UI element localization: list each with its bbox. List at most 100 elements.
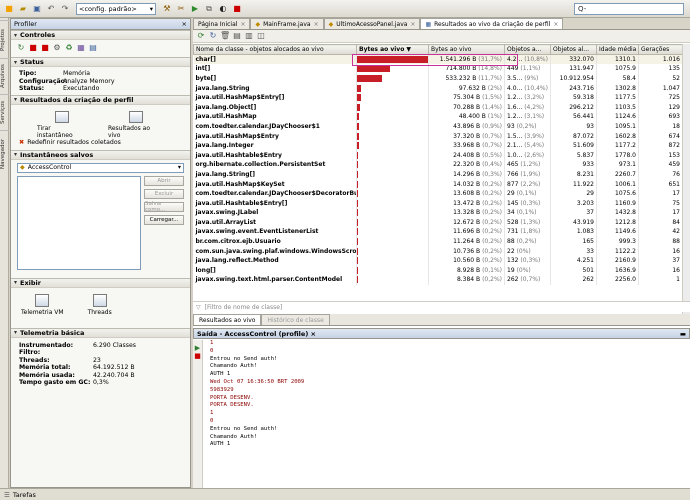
table-row[interactable]: long[] 8.928 B (0,1%) 19 (0%) 501 1636.9 16	[193, 265, 683, 276]
collapse-icon[interactable]: ▾	[14, 59, 17, 66]
table-row[interactable]: java.util.HashMap$KeySet 14.032 B (0,2%) 8…	[193, 179, 683, 189]
table-row[interactable]: java.util.Hashtable$Entry[] 13.472 B (0,2…	[193, 198, 683, 208]
close-icon[interactable]: ×	[553, 21, 558, 28]
tasks-label[interactable]: Tarefas	[13, 491, 36, 499]
rerun-icon[interactable]: ▶	[193, 344, 202, 352]
snapshot-icon[interactable]: ▤	[232, 31, 242, 41]
table-row[interactable]: java.util.HashMap$Entry 37.320 B (0,7%) 1.…	[193, 131, 683, 141]
side-tab-navegador[interactable]: Navegador	[0, 130, 9, 176]
delete-button[interactable]: Excluir	[144, 188, 184, 199]
table-row[interactable]: java.lang.reflect.Method 10.560 B (0,2%) 1…	[193, 255, 683, 266]
tab-pagina-inicial[interactable]: Página Inicial ×	[193, 18, 251, 29]
saved-snapshots-list[interactable]	[17, 175, 141, 270]
table-row[interactable]: java.util.Hashtable$Entry 24.408 B (0,5%)…	[193, 150, 683, 161]
open-folder-icon[interactable]: ▰	[17, 3, 29, 15]
table-row[interactable]: br.com.citrox.ejb.Usuario 11.264 B (0,2%)…	[193, 236, 683, 247]
table-row[interactable]: byte[] 533.232 B (11,7%) 3.5... (9%) 10.912…	[193, 73, 683, 84]
close-icon[interactable]: ×	[314, 21, 319, 28]
collapse-icon[interactable]: ▾	[14, 32, 17, 39]
status-section-header[interactable]: ▾ Status	[11, 57, 190, 67]
table-row[interactable]: java.util.HashMap$Entry[] 75.304 B (1,5%)…	[193, 92, 683, 103]
gc-icon[interactable]: ♻	[65, 44, 73, 52]
threads-button[interactable]: Threads	[88, 293, 112, 322]
table-row[interactable]: org.hibernate.collection.PersistentSet 22…	[193, 160, 683, 170]
modify-profiling-icon[interactable]: ▦	[77, 44, 85, 52]
load-button[interactable]: Carregar...	[144, 214, 184, 225]
results-section-header[interactable]: ▾ Resultados da criação de perfil	[11, 94, 190, 105]
search-input[interactable]: Q-	[574, 3, 684, 15]
stop-icon[interactable]: ■	[193, 352, 202, 360]
collapse-icon[interactable]: ▾	[14, 329, 17, 336]
config-select[interactable]: <config. padrão> ▾	[76, 2, 156, 15]
table-row[interactable]: java.lang.Integer 33.968 B (0,7%) 2.1... (…	[193, 140, 683, 151]
close-icon[interactable]: ×	[182, 20, 187, 28]
col-avg-age[interactable]: Idade média	[596, 44, 639, 55]
side-tab-projetos[interactable]: Projetos	[0, 20, 9, 58]
col-generations[interactable]: Gerações	[638, 44, 683, 55]
stop-profiling-icon[interactable]: ■	[29, 44, 37, 52]
col-live-bytes[interactable]: Bytes ao vivo	[428, 44, 505, 55]
table-row[interactable]: java.util.ArrayList 12.672 B (0,2%) 528 (1…	[193, 217, 683, 228]
class-name-filter[interactable]: ▽ [Filtro de nome de classe]	[193, 301, 690, 312]
col-allocated-objects[interactable]: Objetos al...	[550, 44, 597, 55]
telemetry-vm-button[interactable]: Telemetria VM	[21, 293, 64, 322]
tab-live-results[interactable]: ▦ Resultados ao vivo da criação de perfil…	[420, 18, 564, 29]
controls-section-header[interactable]: ▾ Controles	[11, 30, 190, 40]
save-as-button[interactable]: Salvar como...	[144, 201, 184, 213]
table-row[interactable]: com.sun.java.swing.plaf.windows.WindowsS…	[193, 246, 683, 256]
profile-icon[interactable]: ◐	[217, 3, 229, 15]
screenshot-icon[interactable]: ◫	[256, 31, 266, 41]
output-console[interactable]: 1 0 Entrou no Send auth! Chamando Auth! AUTH…	[205, 340, 680, 488]
table-row[interactable]: javax.swing.text.html.parser.ContentMode…	[193, 275, 683, 285]
trash-icon[interactable]: 🗑	[220, 31, 230, 41]
rerun-icon[interactable]: ↻	[17, 44, 25, 52]
close-icon[interactable]: ×	[240, 21, 245, 28]
minimize-icon[interactable]: ▬	[680, 330, 686, 338]
live-results-button[interactable]: Resultados ao vivo	[108, 110, 164, 139]
vm-telemetry-icon[interactable]: ▤	[89, 44, 97, 52]
tab-ultimoacesso[interactable]: ◆ UltimoAcessoPanel.java ×	[323, 18, 421, 29]
table-row[interactable]: int[] 714.800 B (14,8%) 449 (1,1%) 131.947 1…	[193, 64, 683, 74]
stop-app-icon[interactable]: ■	[41, 44, 49, 52]
table-row[interactable]: java.util.HashMap 48.400 B (1%) 1.2... (3,…	[193, 112, 683, 122]
redo-icon[interactable]: ↷	[59, 3, 71, 15]
take-snapshot-button[interactable]: Tirar instantâneo	[37, 110, 88, 139]
basic-telemetry-section-header[interactable]: ▾ Telemetria básica	[11, 327, 190, 338]
refresh-icon[interactable]: ↻	[208, 31, 218, 41]
auto-refresh-icon[interactable]: ⟳	[196, 31, 206, 41]
collapse-icon[interactable]: ▾	[14, 279, 17, 286]
filter-input[interactable]: [Filtro de nome de classe]	[205, 304, 283, 311]
reset-results-link[interactable]: ✖ Redefinir resultados coletados	[11, 139, 190, 146]
table-row[interactable]: char[] 1.541.296 B (31,7%) 4.2... (10,8%) 3…	[193, 54, 683, 65]
saved-section-header[interactable]: ▾ Instantâneos salvos	[11, 149, 190, 160]
save-all-icon[interactable]: ▣	[31, 3, 43, 15]
table-row[interactable]: javax.swing.JLabel 13.328 B (0,2%) 34 (0,1…	[193, 208, 683, 218]
collapse-icon[interactable]: ▾	[14, 151, 17, 158]
table-row[interactable]: java.lang.String 97.632 B (2%) 4.0... (10,…	[193, 83, 683, 93]
col-live-bytes-bar[interactable]: Bytes ao vivo ▼	[356, 44, 429, 55]
col-live-objects[interactable]: Objetos a...	[504, 44, 551, 55]
output-title[interactable]: Saída - AccessControl (profile) ×	[197, 330, 316, 338]
close-icon[interactable]: ×	[410, 21, 415, 28]
tab-class-history[interactable]: Histórico de classe	[261, 314, 330, 325]
view-section-header[interactable]: ▾ Exibir	[11, 277, 190, 288]
new-project-icon[interactable]: ■	[3, 3, 15, 15]
saved-project-select[interactable]: ◆ AccessControl ▾	[17, 162, 184, 173]
side-tab-arquivos[interactable]: Arquivos	[0, 58, 9, 94]
debug-icon[interactable]: ⧉	[203, 3, 215, 15]
clean-build-icon[interactable]: ✂	[175, 3, 187, 15]
export-icon[interactable]: ▥	[244, 31, 254, 41]
table-row[interactable]: com.toedter.calendar.JDayChooser$1 43.896…	[193, 121, 683, 132]
table-row[interactable]: com.toedter.calendar.JDayChooser$Decorat…	[193, 188, 683, 199]
stop-icon[interactable]: ■	[231, 3, 243, 15]
table-row[interactable]: javax.swing.event.EventListenerList 11.69…	[193, 227, 683, 237]
build-icon[interactable]: ⚒	[161, 3, 173, 15]
run-icon[interactable]: ▶	[189, 3, 201, 15]
open-button[interactable]: Abrir	[144, 175, 184, 186]
table-row[interactable]: java.lang.String[] 14.296 B (0,3%) 766 (1,…	[193, 169, 683, 180]
side-tab-servicos[interactable]: Serviços	[0, 94, 9, 130]
tab-mainframe[interactable]: ◆ MainFrame.java ×	[250, 18, 324, 29]
undo-icon[interactable]: ↶	[45, 3, 57, 15]
collapse-icon[interactable]: ▾	[14, 96, 17, 103]
table-row[interactable]: java.lang.Object[] 70.288 B (1,4%) 1.6... …	[193, 102, 683, 113]
